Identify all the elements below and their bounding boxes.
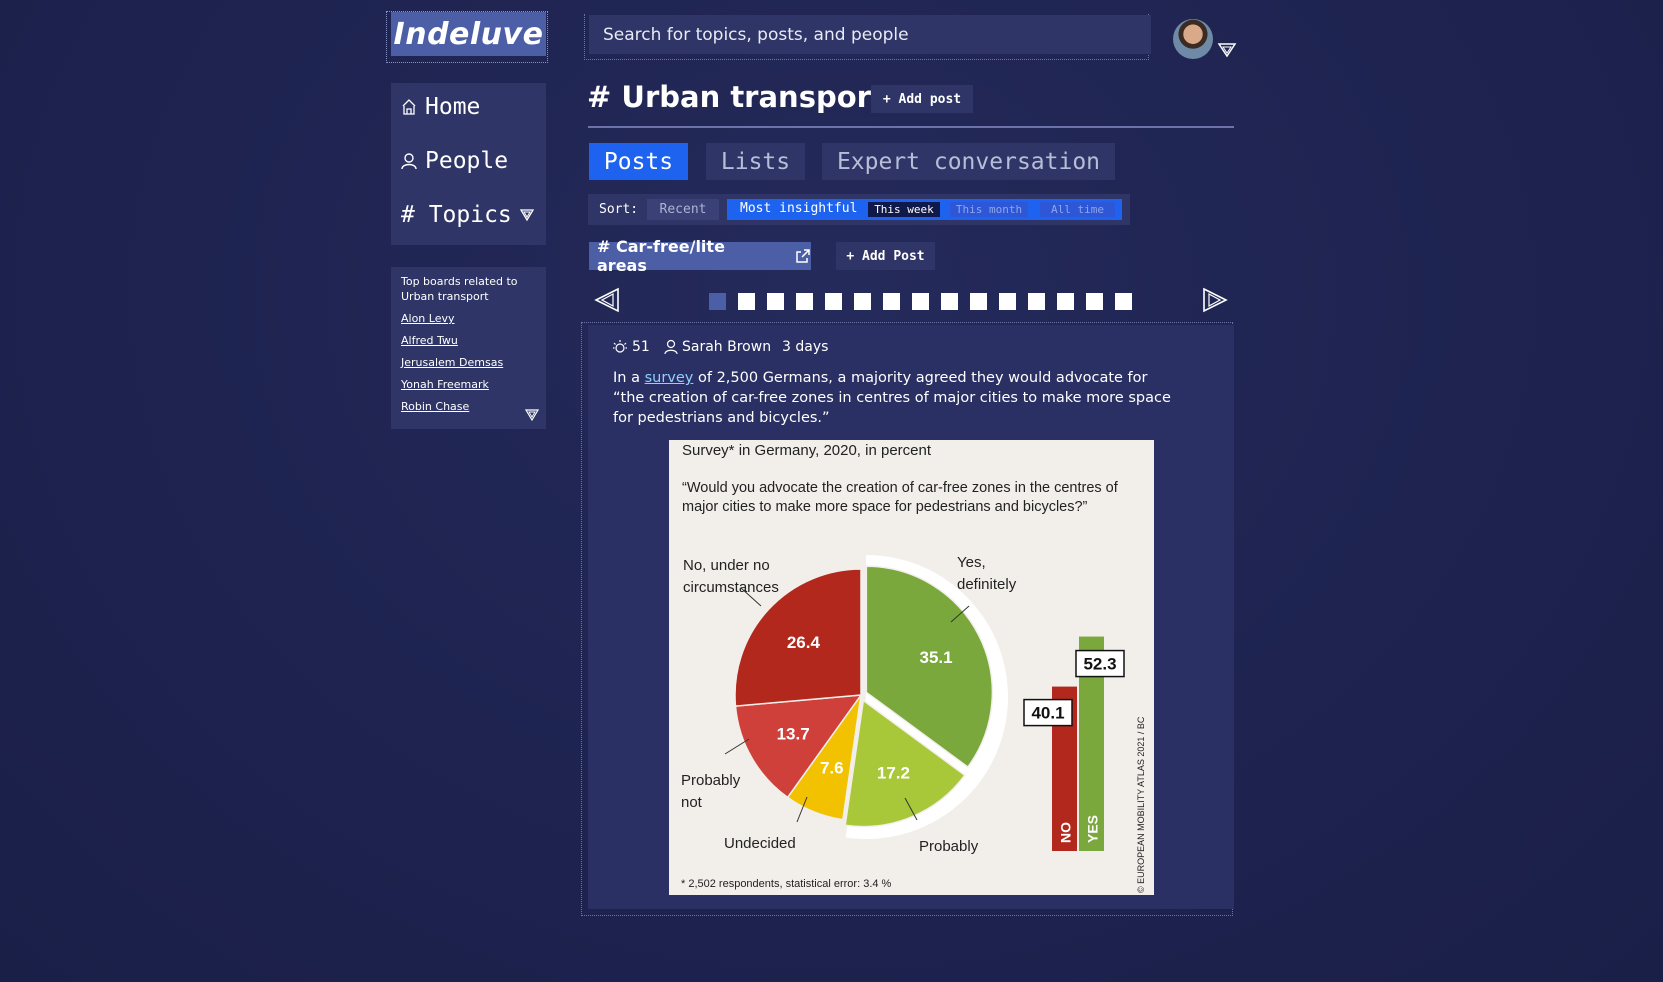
add-post-button[interactable]: + Add post (871, 85, 973, 113)
board-chip-label: # Car-free/lite areas (597, 237, 725, 275)
pager-page[interactable] (941, 293, 958, 310)
sidebar-item-label: # Topics (401, 202, 512, 228)
post-age: 3 days (782, 339, 829, 355)
external-link-icon[interactable] (795, 248, 811, 264)
related-boards-title: Top boards related to Urban transport (401, 275, 518, 303)
pager-page[interactable] (767, 293, 784, 310)
page-title: # Urban transport (587, 80, 885, 114)
boards-expand-icon[interactable] (525, 408, 539, 422)
pie-slice-label: No, under no circumstances (683, 557, 779, 596)
survey-link[interactable]: survey (645, 370, 694, 386)
post-author[interactable]: Sarah Brown (664, 339, 771, 355)
bar-value: 52.3 (1083, 655, 1116, 674)
sort-period-all-time[interactable]: All time (1040, 202, 1115, 217)
header-divider (588, 126, 1234, 128)
pager-page[interactable] (1115, 293, 1132, 310)
pie-slice-value: 35.1 (920, 648, 953, 667)
bar-label: YES (1085, 815, 1101, 843)
sort-recent-button[interactable]: Recent (647, 199, 719, 220)
pager-page[interactable] (854, 293, 871, 310)
chevron-down-icon (519, 209, 534, 222)
sidebar-item-home[interactable]: Home (401, 94, 480, 120)
pager-page[interactable] (1028, 293, 1045, 310)
tab-expert-conversation[interactable]: Expert conversation (822, 143, 1115, 180)
pager-page[interactable] (883, 293, 900, 310)
pager-page[interactable] (709, 293, 726, 310)
search-input[interactable] (589, 15, 1151, 54)
board-link[interactable]: Robin Chase (401, 400, 469, 413)
pie-slice-label: Yes, definitely (957, 554, 1017, 593)
post-body: In a survey of 2,500 Germans, a majority… (613, 368, 1183, 428)
pager-page[interactable] (825, 293, 842, 310)
insight-count: 51 (632, 339, 650, 355)
pie-slice-label: Undecided (724, 835, 796, 852)
tab-lists[interactable]: Lists (706, 143, 805, 180)
bar-value: 40.1 (1031, 704, 1064, 723)
post-image-survey-chart: Survey* in Germany, 2020, in percent “Wo… (669, 440, 1154, 895)
figure-chart: 35.1 17.2 7.6 13.7 26.4 Yes, definitely Probabl… (681, 554, 1146, 893)
account-menu-chevron-icon[interactable] (1217, 42, 1237, 58)
next-arrow-icon[interactable] (1202, 287, 1228, 313)
sidebar-item-people[interactable]: People (401, 148, 508, 174)
pie-slice-value: 13.7 (777, 725, 810, 744)
bar-label: NO (1058, 822, 1074, 843)
pie-slice-value: 26.4 (787, 633, 821, 652)
board-link[interactable]: Jerusalem Demsas (401, 356, 503, 369)
figure-credit: © EUROPEAN MOBILITY ATLAS 2021 / BC (1136, 716, 1146, 893)
pager-page[interactable] (999, 293, 1016, 310)
post-insight-count[interactable]: 51 (612, 339, 650, 355)
board-link[interactable]: Alfred Twu (401, 334, 458, 347)
pie-slice-label: Probably not (681, 772, 741, 811)
post-text-rest: of 2,500 Germans, a majority agreed they… (613, 370, 1171, 426)
figure-footnote: * 2,502 respondents, statistical error: … (681, 878, 892, 890)
home-icon (402, 99, 416, 115)
lightbulb-icon (613, 340, 627, 353)
board-link[interactable]: Yonah Freemark (401, 378, 489, 391)
pager-page[interactable] (738, 293, 755, 310)
sidebar-item-label: Home (425, 94, 481, 120)
app-logo[interactable]: Indeluve (391, 12, 546, 56)
pager-page[interactable] (796, 293, 813, 310)
sidebar-item-label: People (425, 148, 509, 174)
sort-insightful-button[interactable]: Most insightful (740, 201, 857, 216)
person-icon (664, 339, 678, 355)
pager-page[interactable] (1086, 293, 1103, 310)
pie-slice-label: Probably (919, 838, 979, 855)
person-icon (401, 153, 417, 170)
pie-slice-value: 17.2 (877, 764, 910, 783)
sort-period-this-month[interactable]: This month (950, 202, 1028, 217)
prev-arrow-icon[interactable] (594, 287, 620, 313)
author-name: Sarah Brown (682, 339, 772, 355)
sort-period-this-week[interactable]: This week (868, 202, 940, 217)
board-chip[interactable]: # Car-free/lite areas (589, 237, 811, 275)
board-add-post-button[interactable]: + Add Post (836, 242, 935, 270)
pager-page[interactable] (912, 293, 929, 310)
sort-label: Sort: (599, 202, 639, 217)
avatar[interactable] (1173, 19, 1213, 59)
sidebar-item-topics[interactable]: # Topics (401, 202, 534, 228)
tab-posts[interactable]: Posts (589, 143, 688, 180)
post-text-start: In a (613, 370, 645, 386)
pie-slice-value: 7.6 (820, 758, 844, 777)
pager-page[interactable] (970, 293, 987, 310)
board-link[interactable]: Alon Levy (401, 312, 455, 325)
pager-page[interactable] (1057, 293, 1074, 310)
